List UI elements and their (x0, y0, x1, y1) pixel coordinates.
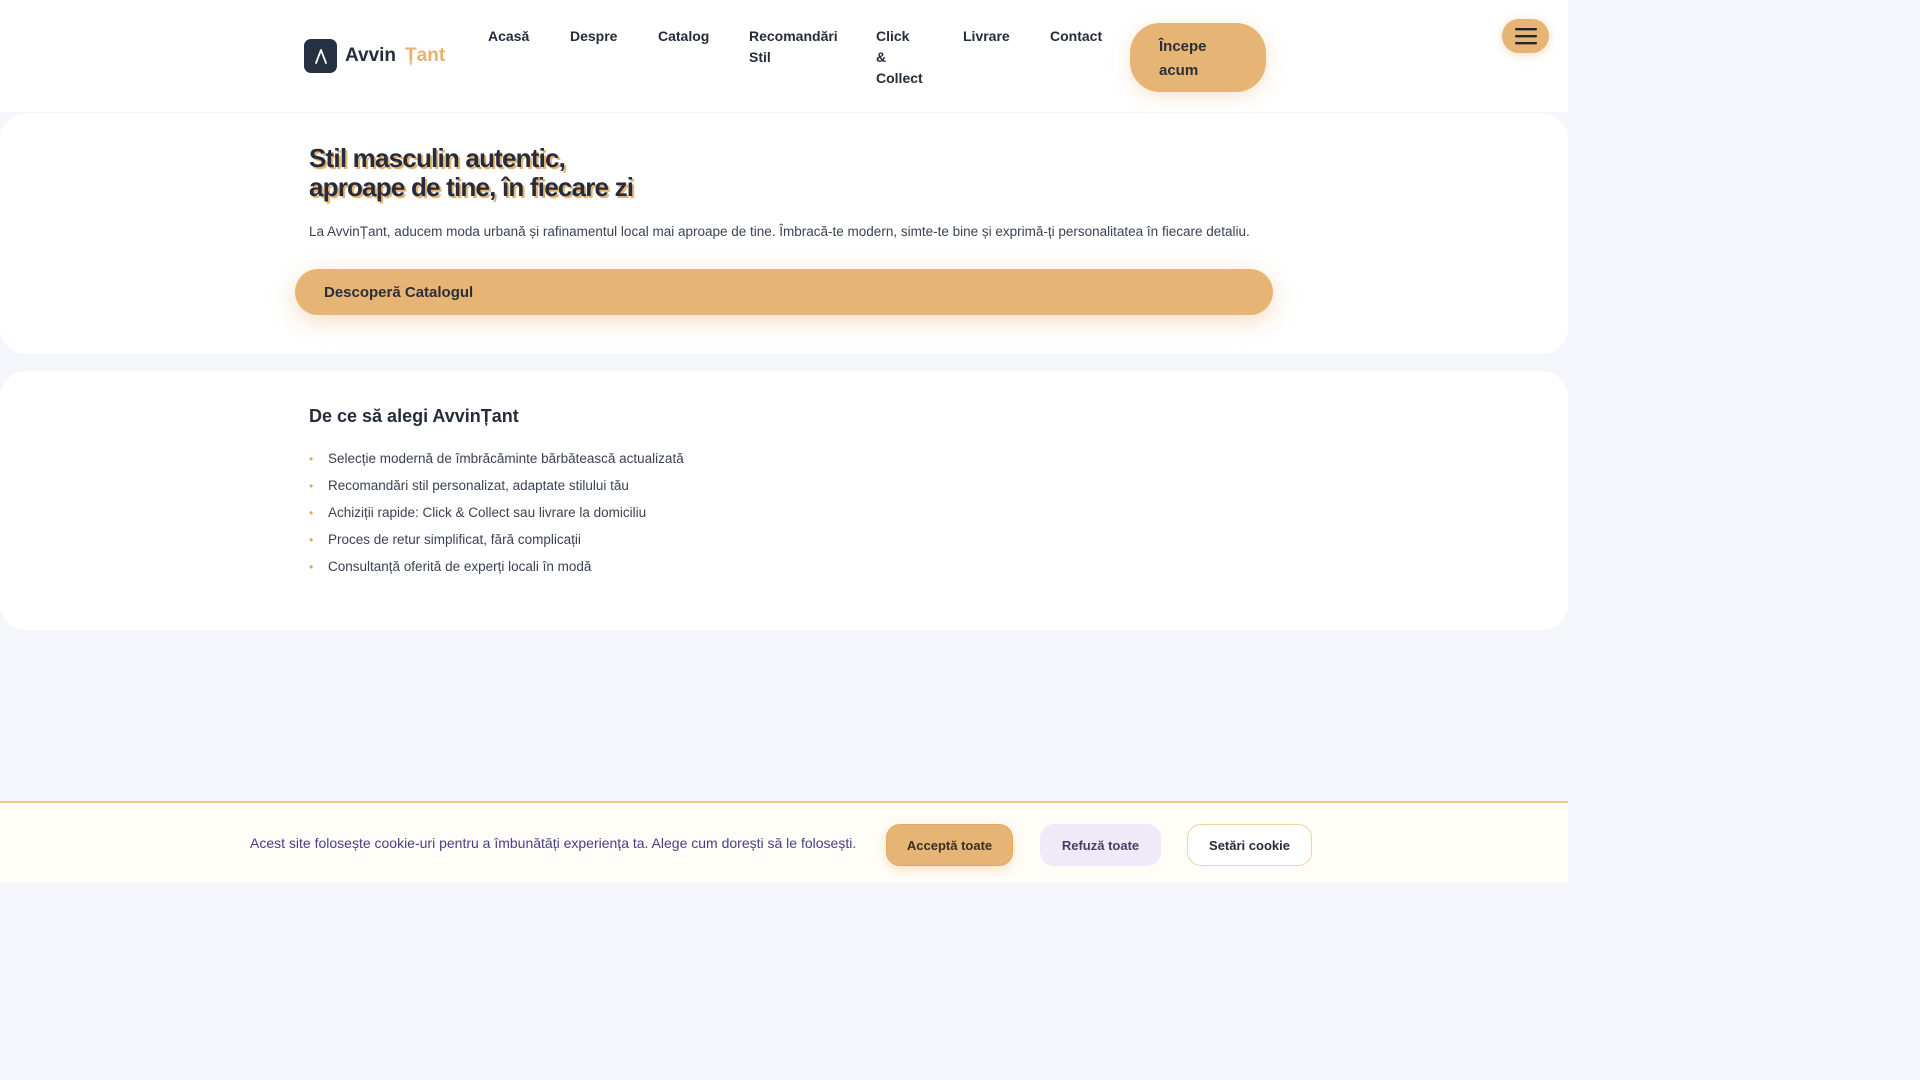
bullet-icon: • (309, 506, 314, 520)
nav-item-catalog[interactable]: Catalog (658, 26, 709, 47)
bullet-icon: • (309, 533, 314, 547)
list-item-text: Proces de retur simplificat, fără compli… (328, 532, 581, 547)
nav-item-click-collect[interactable]: Click & Collect (876, 26, 923, 89)
logo-word-2: Țant (405, 45, 446, 66)
cta-label-line: Începe (1159, 38, 1207, 55)
why-choose-section: De ce să alegi AvvinȚant • Selecție moder… (0, 371, 1568, 630)
site-header: Avvin Țant Acasă Despre Catalog Recomandă… (0, 0, 1568, 112)
hamburger-menu-icon[interactable] (1502, 19, 1549, 53)
nav-item-contact[interactable]: Contact (1050, 26, 1102, 47)
nav-item-delivery[interactable]: Livrare (963, 26, 1010, 47)
refuse-all-cookies-button[interactable]: Refuză toate (1040, 824, 1161, 866)
cookie-message: Acest site folosește cookie-uri pentru a… (250, 835, 857, 851)
start-now-button[interactable]: Începe acum (1130, 23, 1266, 92)
section-title: De ce să alegi AvvinȚant (309, 406, 519, 426)
feature-list: • Selecție modernă de îmbrăcăminte bărbăt… (309, 448, 684, 583)
cta-label-line: acum (1159, 62, 1199, 79)
hero-title: Stil masculin autentic, aproape de tine,… (309, 143, 634, 202)
bullet-icon: • (309, 479, 314, 493)
list-item-text: Achiziții rapide: Click & Collect sau li… (328, 505, 647, 520)
discover-catalog-button[interactable]: Descoperă Catalogul (295, 269, 1273, 315)
nav-label-line: Recomandări (749, 28, 838, 44)
bullet-icon: • (309, 560, 314, 574)
hero-description: La AvvinȚant, aducem moda urbană și rafi… (309, 224, 1250, 239)
nav-label-line: Collect (876, 70, 923, 86)
list-item: • Consultanță oferită de experți locali î… (309, 556, 684, 583)
nav-label-line: & (876, 49, 887, 65)
logo-word-1: Avvin (345, 45, 397, 66)
list-item-text: Consultanță oferită de experți locali în… (328, 559, 592, 574)
nav-item-about[interactable]: Despre (570, 26, 617, 47)
list-item: • Selecție modernă de îmbrăcăminte bărbăt… (309, 448, 684, 475)
cookie-settings-button[interactable]: Setări cookie (1187, 824, 1312, 866)
a-logo-icon (304, 39, 337, 73)
nav-label-line: Click (876, 28, 910, 44)
logo[interactable]: Avvin Țant (304, 39, 445, 73)
nav-item-style-recommendations[interactable]: Recomandări Stil (749, 26, 838, 68)
hero-title-line: aproape de tine, în fiecare zi (309, 172, 634, 202)
nav-label-line: Stil (749, 49, 771, 65)
hero-title-line: Stil masculin autentic, (309, 143, 566, 173)
hero-section: Stil masculin autentic, aproape de tine,… (0, 113, 1568, 354)
list-item-text: Recomandări stil personalizat, adaptate … (328, 478, 629, 493)
list-item: • Proces de retur simplificat, fără compl… (309, 529, 684, 556)
list-item-text: Selecție modernă de îmbrăcăminte bărbăte… (328, 451, 684, 466)
nav-item-home[interactable]: Acasă (488, 26, 529, 47)
cookie-banner: Acest site folosește cookie-uri pentru a… (0, 801, 1568, 882)
accept-all-cookies-button[interactable]: Acceptă toate (886, 824, 1013, 866)
list-item: • Achiziții rapide: Click & Collect sau l… (309, 502, 684, 529)
logo-text: Avvin Țant (345, 45, 445, 67)
bullet-icon: • (309, 452, 314, 466)
list-item: • Recomandări stil personalizat, adaptate… (309, 475, 684, 502)
